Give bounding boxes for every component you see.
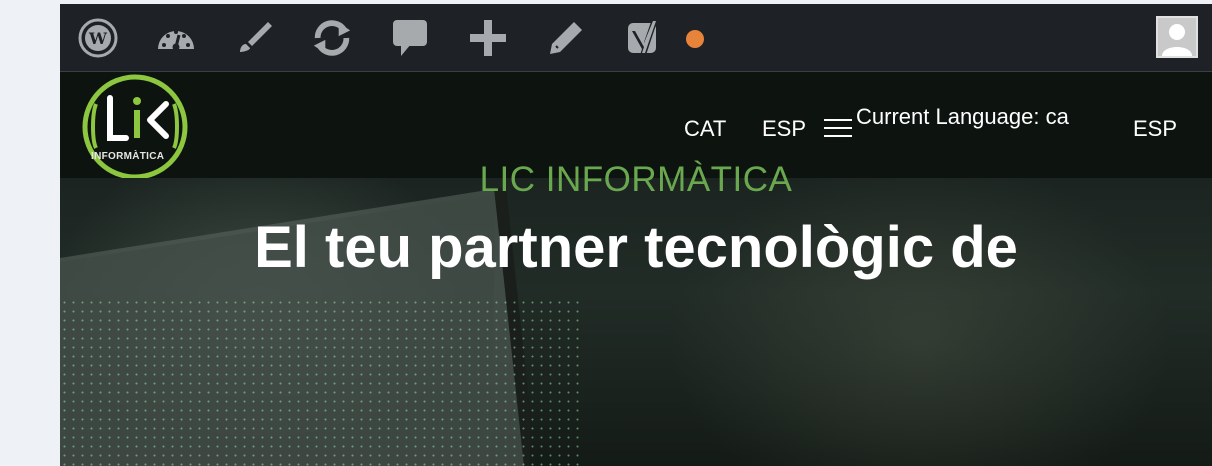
- comments-icon[interactable]: [388, 18, 432, 58]
- user-avatar-icon[interactable]: [1156, 16, 1198, 58]
- menu-hamburger-icon[interactable]: [824, 116, 852, 140]
- edit-icon[interactable]: [544, 18, 588, 58]
- seo-status-dot: [686, 30, 704, 48]
- yoast-icon[interactable]: [622, 18, 666, 58]
- svg-text:W: W: [88, 29, 108, 48]
- dashboard-icon[interactable]: [154, 18, 198, 58]
- nav-language-esp-secondary[interactable]: ESP: [1133, 116, 1177, 142]
- current-language-label: Current Language: ca: [856, 104, 1069, 129]
- updates-icon[interactable]: [310, 18, 354, 58]
- new-content-icon[interactable]: [466, 18, 510, 58]
- nav-language-esp[interactable]: ESP: [762, 116, 806, 142]
- nav-language-cat[interactable]: CAT: [684, 116, 726, 142]
- customize-icon[interactable]: [232, 18, 276, 58]
- hero-dot-pattern: [60, 298, 580, 466]
- browser-viewport: W INFORMÀTICA CAT ESP Current Language: …: [60, 4, 1212, 466]
- hero-kicker: LIC INFORMÀTICA: [479, 160, 793, 199]
- wp-admin-bar: W: [60, 4, 1212, 72]
- hero-title: El teu partner tecnològic de: [254, 215, 1018, 280]
- wordpress-icon[interactable]: W: [76, 18, 120, 58]
